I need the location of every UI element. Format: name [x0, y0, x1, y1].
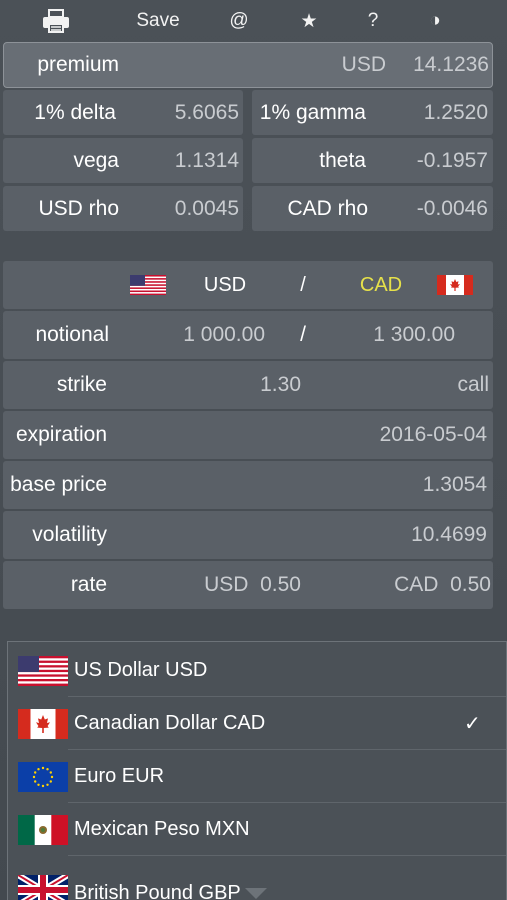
popover-arrow — [245, 888, 267, 899]
premium-label: premium — [37, 53, 119, 76]
premium-currency: USD — [341, 53, 386, 76]
premium-row[interactable]: premium USD 14.1236 — [3, 42, 493, 88]
cad-rho-label: CAD rho — [287, 196, 368, 220]
currency-option-label: Euro EUR — [74, 765, 165, 787]
expiration-label: expiration — [15, 423, 107, 446]
notional-base-value[interactable]: 1 000.00 — [153, 323, 265, 347]
cad-rho-cell: CAD rho -0.0046 — [252, 186, 493, 231]
base-currency-label[interactable]: USD — [195, 274, 255, 297]
mexico-flag-icon — [18, 815, 68, 845]
canada-flag-icon[interactable] — [437, 275, 473, 295]
currency-option-cad[interactable]: Canadian Dollar CAD ✓ — [8, 697, 506, 750]
currency-option-mxn[interactable]: Mexican Peso MXN — [8, 803, 506, 856]
base-price-row[interactable]: base price 1.3054 — [3, 461, 493, 509]
save-button[interactable]: Save — [128, 6, 188, 36]
vega-label: vega — [73, 148, 119, 172]
help-button[interactable]: ? — [356, 6, 390, 36]
theme-toggle-icon[interactable]: ◑ — [418, 6, 452, 36]
strike-value[interactable]: 1.30 — [203, 373, 301, 397]
currency-option-label: Canadian Dollar CAD — [74, 712, 266, 734]
currency-option-usd[interactable]: US Dollar USD — [8, 644, 506, 697]
currency-picker[interactable]: US Dollar USD Canadian Dollar CAD ✓ Euro… — [7, 641, 507, 900]
toolbar: Save @ ★ ? ◑ — [0, 0, 507, 42]
volatility-value[interactable]: 10.4699 — [323, 523, 487, 547]
delta-cell: 1% delta 5.6065 — [3, 90, 243, 135]
rate-usd-value[interactable]: USD 0.50 — [153, 573, 301, 597]
notional-label: notional — [35, 323, 109, 346]
notional-quote-value[interactable]: 1 300.00 — [343, 323, 455, 347]
gamma-label: 1% gamma — [259, 100, 366, 124]
currency-option-label: US Dollar USD — [74, 659, 208, 681]
strike-label: strike — [56, 373, 107, 396]
notional-separator: / — [300, 323, 306, 346]
canada-flag-icon — [18, 709, 68, 739]
us-flag-icon — [18, 656, 68, 686]
gamma-cell: 1% gamma 1.2520 — [252, 90, 493, 135]
rate-row[interactable]: rate USD 0.50 CAD 0.50 — [3, 561, 493, 609]
volatility-label: volatility — [32, 523, 107, 546]
theta-label: theta — [319, 148, 366, 172]
quote-currency-label[interactable]: CAD — [351, 274, 411, 297]
strike-row[interactable]: strike 1.30 call — [3, 361, 493, 409]
us-flag-icon[interactable] — [130, 275, 166, 295]
gamma-value: 1.2520 — [423, 100, 488, 124]
currency-option-label: British Pound GBP — [74, 882, 241, 900]
eu-flag-icon — [18, 762, 68, 792]
rate-cad-value[interactable]: CAD 0.50 — [343, 573, 491, 597]
volatility-row[interactable]: volatility 10.4699 — [3, 511, 493, 559]
notional-row[interactable]: notional 1 000.00 / 1 300.00 — [3, 311, 493, 359]
pair-separator: / — [300, 273, 306, 296]
email-button[interactable]: @ — [222, 6, 256, 36]
currency-option-label: Mexican Peso MXN — [74, 818, 250, 840]
delta-value: 5.6065 — [174, 100, 239, 124]
vega-value: 1.1314 — [174, 148, 239, 172]
usd-rho-value: 0.0045 — [174, 196, 239, 220]
premium-value: 14.1236 — [413, 53, 489, 76]
rate-label: rate — [70, 573, 107, 596]
theta-cell: theta -0.1957 — [252, 138, 493, 183]
currency-option-eur[interactable]: Euro EUR — [8, 750, 506, 803]
usd-rho-cell: USD rho 0.0045 — [3, 186, 243, 231]
expiration-row[interactable]: expiration 2016-05-04 — [3, 411, 493, 459]
checkmark-icon: ✓ — [464, 713, 481, 735]
currency-pair-row: USD / CAD — [3, 261, 493, 309]
cad-rho-value: -0.0046 — [416, 196, 488, 220]
usd-rho-label: USD rho — [38, 196, 119, 220]
option-type-toggle[interactable]: call — [383, 373, 489, 397]
printer-icon[interactable] — [38, 6, 74, 36]
base-price-label: base price — [10, 473, 107, 496]
vega-cell: vega 1.1314 — [3, 138, 243, 183]
delta-label: 1% delta — [34, 100, 116, 124]
expiration-value[interactable]: 2016-05-04 — [303, 423, 487, 447]
base-price-value[interactable]: 1.3054 — [323, 473, 487, 497]
uk-flag-icon — [18, 875, 68, 900]
favorite-star-icon[interactable]: ★ — [292, 6, 326, 36]
theta-value: -0.1957 — [416, 148, 488, 172]
